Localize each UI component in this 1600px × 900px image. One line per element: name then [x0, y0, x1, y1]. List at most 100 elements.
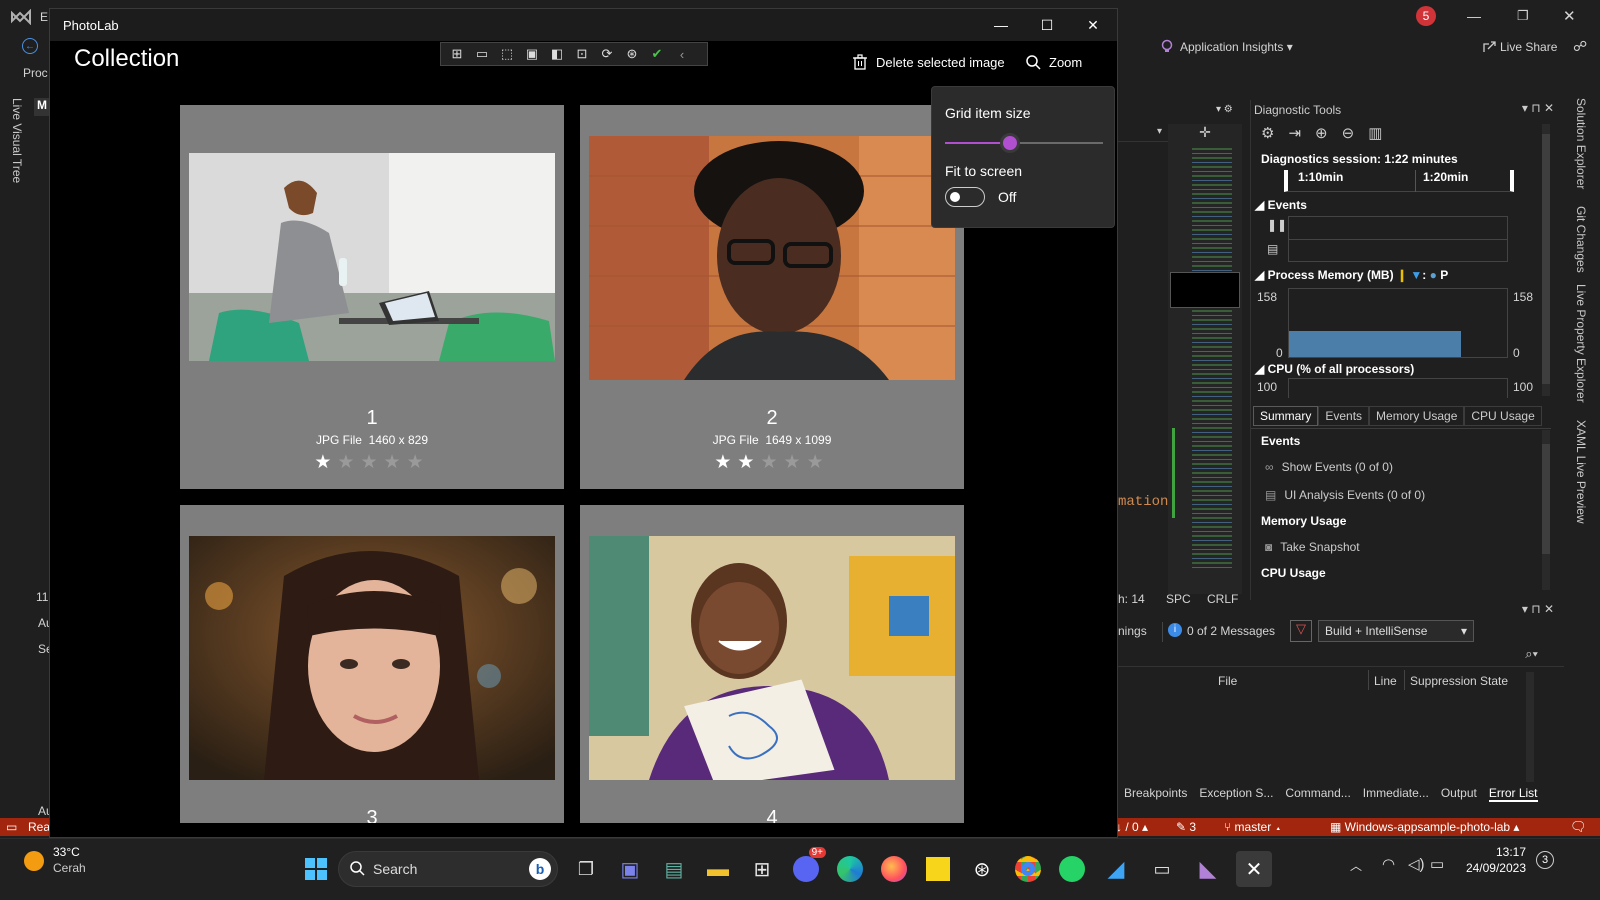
vs-restore-button[interactable]: ❐ — [1517, 8, 1529, 24]
rating-control[interactable]: ★★★★★ — [580, 451, 964, 474]
track-focus-icon[interactable]: ◧ — [547, 45, 567, 63]
delete-selected-button[interactable]: Delete selected image — [852, 54, 1005, 70]
rating-star[interactable]: ★ — [760, 452, 783, 473]
tab-cpu-usage[interactable]: CPU Usage — [1464, 406, 1542, 426]
process-memory-header[interactable]: ◢ Process Memory (MB) ❙ ▼: ● P — [1255, 268, 1448, 282]
live-property-explorer-tab[interactable]: Live Property Explorer — [1574, 284, 1588, 403]
terminal-icon[interactable]: ▭ — [1144, 851, 1180, 887]
tab-immediate[interactable]: Immediate... — [1363, 786, 1429, 802]
memory-graph[interactable] — [1288, 288, 1508, 358]
accessibility-icon[interactable]: ⊛ — [622, 45, 642, 63]
rating-star[interactable]: ★ — [384, 452, 407, 473]
messages-filter[interactable]: 0 of 2 Messages — [1187, 624, 1275, 638]
grid-item-size-slider[interactable] — [945, 133, 1103, 153]
rating-star[interactable]: ★ — [314, 452, 337, 473]
live-share-button[interactable]: Live Share — [1500, 40, 1557, 54]
errorlist-window-controls[interactable]: ▾ ⊓ ✕ — [1522, 602, 1554, 616]
warnings-fragment[interactable]: nings — [1118, 624, 1147, 638]
tab-events[interactable]: Events — [1318, 406, 1370, 426]
hot-reload-icon[interactable]: ⟳ — [597, 45, 617, 63]
tab-exception-settings[interactable]: Exception S... — [1199, 786, 1273, 802]
git-changes-tab[interactable]: Git Changes — [1574, 206, 1588, 273]
vs-close-button[interactable]: ✕ — [1563, 7, 1576, 25]
tab-error-list[interactable]: Error List — [1488, 786, 1538, 802]
xaml-live-preview-tab[interactable]: XAML Live Preview — [1574, 420, 1588, 524]
hot-reload-ok-icon[interactable]: ✔ — [647, 45, 667, 63]
live-visual-tree-tab[interactable]: Live Visual Tree — [10, 98, 24, 183]
minimize-button[interactable]: — — [978, 9, 1024, 41]
fit-to-screen-toggle[interactable] — [945, 187, 985, 207]
photolab-taskbar-icon[interactable]: ✕ — [1236, 851, 1272, 887]
col-suppression[interactable]: Suppression State — [1410, 674, 1508, 688]
volume-icon[interactable]: ◁) — [1408, 855, 1425, 873]
clock-time[interactable]: 13:17 — [1476, 845, 1526, 859]
wifi-icon[interactable]: ◠ — [1382, 855, 1395, 873]
zoom-out-icon[interactable]: ⊖ — [1342, 124, 1355, 142]
diag-window-controls[interactable]: ▾ ⊓ ✕ — [1522, 101, 1554, 115]
status-notifications-icon[interactable]: 🗨 — [1570, 819, 1587, 835]
diag-scrollbar[interactable] — [1542, 124, 1550, 396]
store-icon[interactable]: ⊞ — [744, 851, 780, 887]
display-layout-icon[interactable]: ⊡ — [572, 45, 592, 63]
start-windows-icon[interactable] — [298, 851, 334, 887]
take-snapshot-button[interactable]: ◙ Take Snapshot — [1265, 540, 1360, 554]
layout-adorner-icon[interactable]: ▣ — [522, 45, 542, 63]
status-pencil[interactable]: ✎ 3 — [1176, 820, 1196, 834]
chart-icon[interactable]: ▥ — [1368, 124, 1382, 142]
errorlist-scrollbar[interactable] — [1526, 672, 1534, 782]
grid-item-4[interactable]: 4 — [580, 505, 964, 823]
chrome-icon[interactable] — [1010, 851, 1046, 887]
notification-center-badge[interactable]: 3 — [1536, 851, 1554, 869]
show-events-link[interactable]: ∞ Show Events (0 of 0) — [1265, 460, 1393, 474]
application-insights-button[interactable]: Application Insights ▾ — [1180, 40, 1293, 54]
weather-temp[interactable]: 33°C — [53, 845, 80, 859]
rating-control[interactable]: ★★★★★ — [180, 451, 564, 474]
grid-item-3[interactable]: 3 — [180, 505, 564, 823]
vs-minimize-button[interactable]: — — [1467, 8, 1481, 24]
vscode-icon[interactable]: ◢ — [1098, 851, 1134, 887]
filter-icon[interactable]: ▽ — [1290, 620, 1312, 642]
taskbar-search-box[interactable]: Search b — [338, 851, 558, 887]
show-hidden-icons[interactable]: ︿ — [1350, 857, 1362, 874]
notification-badge[interactable]: 5 — [1416, 6, 1436, 26]
slider-thumb[interactable] — [1000, 133, 1021, 153]
maximize-button[interactable]: ☐ — [1024, 9, 1070, 41]
discord-icon[interactable]: 9+ — [788, 847, 826, 887]
editor-dropdown[interactable]: ▾ — [1118, 124, 1168, 142]
app-icon-2[interactable]: ⊛ — [964, 851, 1000, 887]
zoom-in-icon[interactable]: ⊕ — [1315, 124, 1328, 142]
back-nav-icon[interactable]: ← — [22, 38, 38, 54]
search-errors-icon[interactable]: ⌕▾ — [1525, 646, 1538, 662]
whatsapp-icon[interactable] — [1054, 851, 1090, 887]
rating-star[interactable]: ★ — [407, 452, 430, 473]
events-header[interactable]: ◢ Events — [1255, 198, 1307, 212]
live-tree-icon[interactable]: ⊞ — [447, 45, 467, 63]
build-filter-select[interactable]: Build + IntelliSense ▾ — [1318, 620, 1474, 642]
edge-icon[interactable] — [832, 851, 868, 887]
close-button[interactable]: ✕ — [1070, 9, 1116, 41]
zoom-button[interactable]: Zoom — [1025, 54, 1082, 70]
code-minimap[interactable]: ✛ — [1168, 124, 1242, 594]
app-icon-1[interactable]: ▤ — [656, 851, 692, 887]
settings-gear-icon[interactable]: ⚙ — [1261, 124, 1274, 142]
file-explorer-icon[interactable]: ▬ — [700, 851, 736, 887]
sticky-notes-icon[interactable] — [920, 851, 956, 887]
ui-analysis-events-link[interactable]: ▤ UI Analysis Events (0 of 0) — [1265, 488, 1425, 502]
video-icon[interactable]: ▭ — [472, 45, 492, 63]
battery-icon[interactable]: ▭ — [1430, 855, 1444, 873]
rating-star[interactable]: ★ — [337, 452, 360, 473]
task-view-icon[interactable]: ❐ — [568, 851, 604, 887]
rating-star[interactable]: ★ — [737, 452, 760, 473]
rating-star[interactable]: ★ — [360, 452, 383, 473]
teams-chat-icon[interactable]: ▣ — [612, 851, 648, 887]
summary-scrollbar[interactable] — [1542, 430, 1550, 590]
cpu-graph[interactable] — [1288, 378, 1508, 398]
tab-breakpoints[interactable]: Breakpoints — [1124, 786, 1187, 802]
tab-output[interactable]: Output — [1441, 786, 1477, 802]
grid-item-1[interactable]: 1 JPG File 1460 x 829 ★★★★★ — [180, 105, 564, 489]
editor-spc-status[interactable]: SPC — [1166, 592, 1191, 606]
select-tools-icon[interactable]: ⇥ — [1288, 124, 1301, 142]
rating-star[interactable]: ★ — [784, 452, 807, 473]
grid-item-2[interactable]: 2 JPG File 1649 x 1099 ★★★★★ — [580, 105, 964, 489]
cpu-header[interactable]: ◢ CPU (% of all processors) — [1255, 362, 1414, 376]
